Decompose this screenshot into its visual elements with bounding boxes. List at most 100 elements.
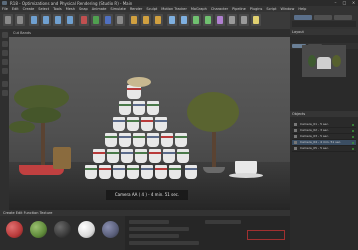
cup	[135, 149, 147, 163]
move-icon[interactable]	[41, 14, 51, 26]
window-title: R18 - Optimizations and Physical Renderi…	[10, 0, 133, 6]
workplane-icon[interactable]	[1, 90, 8, 96]
cube-icon[interactable]	[167, 14, 177, 26]
texture-mode-icon[interactable]	[1, 41, 8, 47]
thumb-tree-left	[308, 55, 316, 67]
cup	[119, 101, 131, 115]
cup-top	[127, 85, 141, 99]
layout-tab[interactable]	[334, 15, 352, 20]
thumb-tree-right	[332, 55, 341, 67]
attribute-field[interactable]	[205, 220, 241, 224]
snap-icon[interactable]	[1, 81, 8, 87]
cup	[141, 117, 153, 131]
layout-tab[interactable]	[314, 15, 332, 20]
visibility-icon[interactable]	[352, 141, 354, 144]
cup	[155, 165, 167, 179]
render-picture-icon[interactable]	[141, 14, 151, 26]
glass-jar	[53, 147, 71, 169]
camera-icon[interactable]	[239, 14, 249, 26]
material-swatch[interactable]	[78, 221, 95, 238]
material-manager: Create Edit Function Texture	[0, 210, 290, 250]
camera-icon	[294, 129, 297, 132]
cup	[105, 133, 117, 147]
y-axis-icon[interactable]	[91, 14, 101, 26]
viewport-header: Cut Bands	[9, 29, 290, 37]
main-toolbar	[0, 12, 290, 29]
right-tree-foliage	[187, 92, 239, 132]
polygons-mode-icon[interactable]	[1, 68, 8, 74]
z-axis-icon[interactable]	[103, 14, 113, 26]
camera-icon	[294, 141, 297, 144]
cup	[147, 101, 159, 115]
list-item-label: Camera_04 - 4 min. 51 sec.	[300, 140, 342, 144]
material-swatch[interactable]	[6, 221, 23, 238]
objects-header: Objects	[290, 111, 358, 117]
material-swatch[interactable]	[102, 221, 119, 238]
render-viewport[interactable]: Camera AA ( 4 ) - 4 min. 51 sec.	[9, 37, 290, 210]
camera-icon	[294, 147, 297, 150]
visibility-icon[interactable]	[352, 135, 354, 138]
cup	[161, 133, 173, 147]
deformer-icon[interactable]	[215, 14, 225, 26]
redo-icon[interactable]	[15, 14, 25, 26]
cup	[185, 165, 197, 179]
viewport-header-label: Cut Bands	[13, 31, 31, 35]
attribute-field[interactable]	[129, 220, 169, 224]
array-icon[interactable]	[203, 14, 213, 26]
pen-icon[interactable]	[179, 14, 189, 26]
left-palette	[0, 29, 9, 210]
attribute-field[interactable]	[129, 234, 179, 238]
cup	[121, 149, 133, 163]
visibility-icon[interactable]	[352, 123, 354, 126]
camera-icon	[294, 123, 297, 126]
layout-tab-active[interactable]	[294, 15, 312, 20]
cup	[163, 149, 175, 163]
render-time-overlay: Camera AA ( 4 ) - 4 min. 51 sec.	[106, 190, 188, 200]
thumb-cups	[317, 57, 331, 69]
coord-icon[interactable]	[115, 14, 125, 26]
material-menu[interactable]: Create Edit Function Texture	[3, 211, 52, 215]
cup	[177, 149, 189, 163]
list-item[interactable]: Camera_05 - 5 sec.	[292, 146, 356, 152]
light-icon[interactable]	[251, 14, 261, 26]
right-panel-header: Layout	[290, 29, 358, 35]
x-axis-icon[interactable]	[79, 14, 89, 26]
visibility-icon[interactable]	[352, 129, 354, 132]
points-mode-icon[interactable]	[1, 50, 8, 56]
scale-icon[interactable]	[53, 14, 63, 26]
cup	[127, 117, 139, 131]
list-item-label: Camera_01 - 5 sec.	[300, 122, 329, 126]
layout-row	[292, 21, 356, 27]
cup	[127, 165, 139, 179]
objects-title: Objects	[292, 111, 306, 116]
attribute-field[interactable]	[129, 241, 199, 245]
left-tree-trunk	[41, 117, 45, 167]
right-tree-trunk	[212, 132, 216, 167]
cup	[149, 149, 161, 163]
floor-icon[interactable]	[227, 14, 237, 26]
cup	[99, 165, 111, 179]
edges-mode-icon[interactable]	[1, 59, 8, 65]
visibility-icon[interactable]	[352, 147, 354, 150]
object-list: Camera_01 - 5 sec. Camera_02 - 3 sec. Ca…	[292, 122, 356, 152]
render-view-icon[interactable]	[129, 14, 139, 26]
material-swatch[interactable]	[54, 221, 71, 238]
list-item-label: Camera_05 - 5 sec.	[300, 146, 329, 150]
attribute-manager	[125, 216, 290, 250]
render-thumbnail[interactable]	[302, 45, 346, 77]
render-settings-icon[interactable]	[153, 14, 163, 26]
cup	[133, 101, 145, 115]
select-icon[interactable]	[29, 14, 39, 26]
list-item-label: Camera_03 - 5 sec.	[300, 134, 329, 138]
attribute-field[interactable]	[129, 227, 189, 231]
subdivision-icon[interactable]	[191, 14, 201, 26]
rotate-icon[interactable]	[65, 14, 75, 26]
cup	[147, 133, 159, 147]
flowers	[127, 77, 151, 87]
right-panel: Layout Objects Camera_01 - 5 sec. Camera…	[290, 29, 358, 250]
cup	[175, 133, 187, 147]
model-mode-icon[interactable]	[1, 32, 8, 38]
undo-icon[interactable]	[3, 14, 13, 26]
material-swatch[interactable]	[30, 221, 47, 238]
cup	[113, 165, 125, 179]
